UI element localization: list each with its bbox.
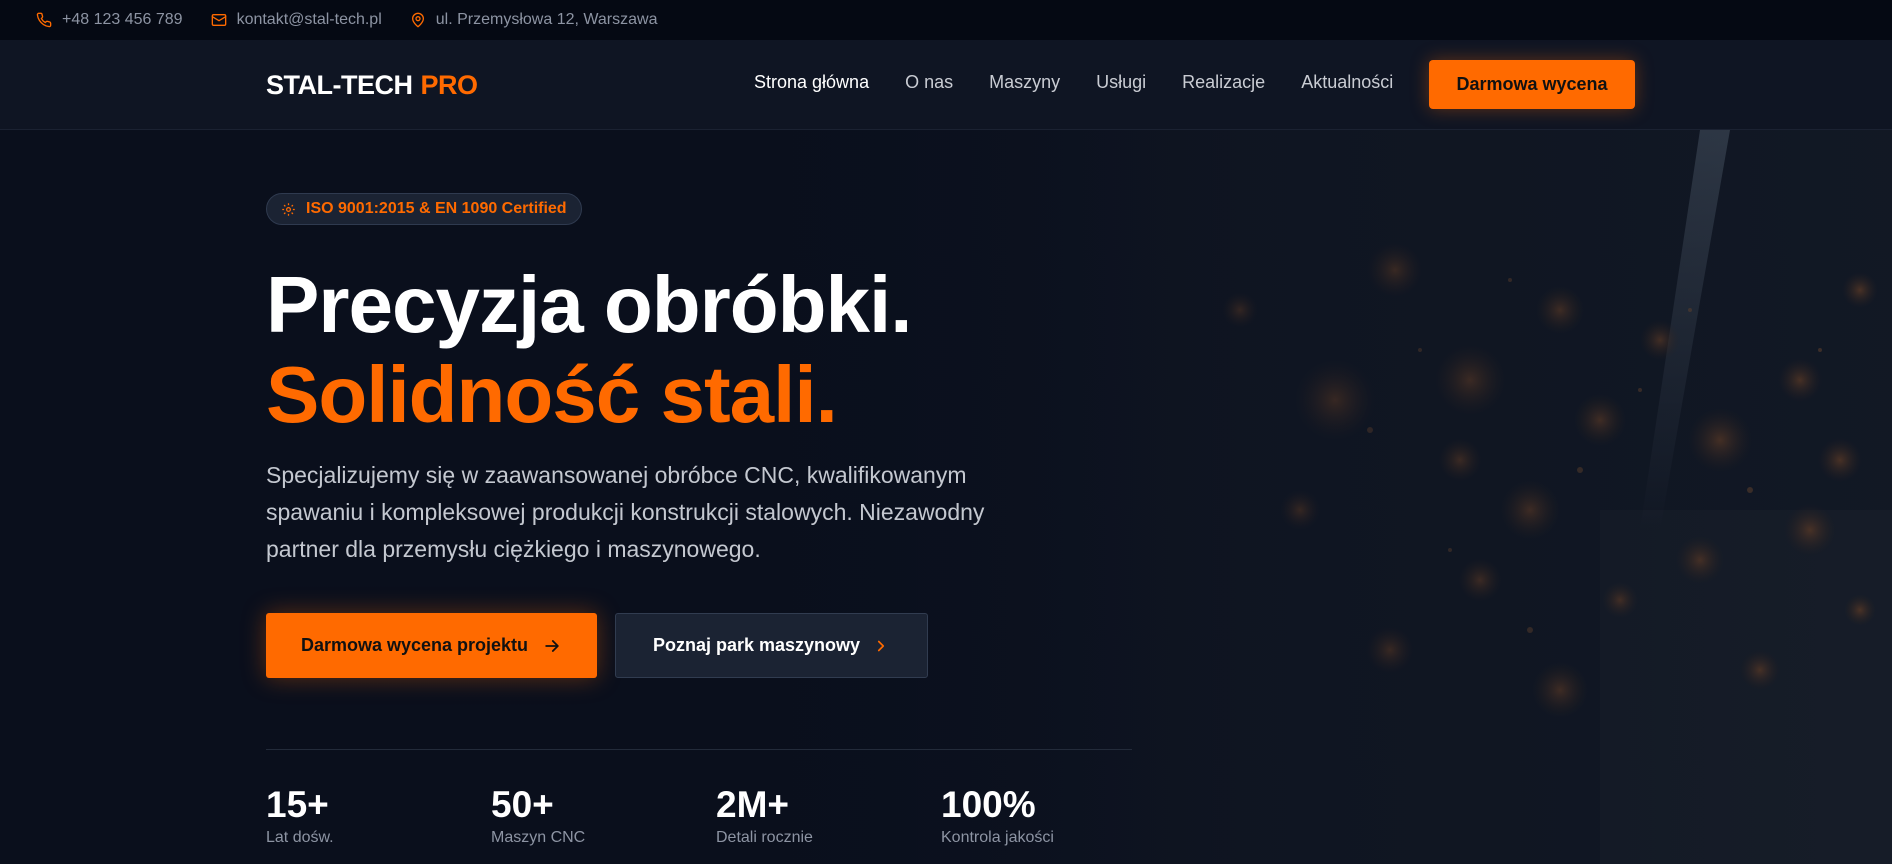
stat-label: Maszyn CNC (491, 829, 586, 846)
nav-item-projects[interactable]: Realizacje (1182, 72, 1265, 93)
quote-project-button-label: Darmowa wycena projektu (300, 635, 529, 655)
phone-icon (36, 12, 52, 28)
stat-parts: 2M+ Detali rocznie (716, 785, 813, 847)
stats-divider (266, 749, 1132, 750)
chevron-right-icon (877, 640, 885, 651)
stat-label: Lat dośw. (266, 829, 334, 846)
nav-item-machines[interactable]: Maszyny (989, 72, 1060, 93)
quote-project-button[interactable]: Darmowa wycena projektu (266, 613, 597, 678)
stat-value: 50+ (491, 784, 554, 825)
stat-experience: 15+ Lat dośw. (266, 785, 334, 847)
contact-email[interactable]: kontakt@stal-tech.pl (211, 11, 382, 29)
header-quote-button[interactable]: Darmowa wycena (1429, 60, 1635, 109)
machines-button-label: Poznaj park maszynowy (652, 635, 861, 655)
certification-badge: ISO 9001:2015 & EN 1090 Certified (266, 193, 582, 225)
hero-headline-line2: Solidność stali. (266, 350, 838, 439)
logo[interactable]: STAL-TECH PRO (266, 70, 478, 101)
stat-value: 100% (941, 784, 1036, 825)
contact-address: ul. Przemysłowa 12, Warszawa (410, 11, 658, 29)
hero-section: ISO 9001:2015 & EN 1090 Certified Precyz… (0, 130, 1892, 864)
nav-item-about[interactable]: O nas (905, 72, 953, 93)
stat-label: Detali rocznie (716, 829, 813, 846)
contact-email-text: kontakt@stal-tech.pl (236, 11, 382, 28)
contact-phone-text: +48 123 456 789 (62, 11, 183, 28)
nav-item-services[interactable]: Usługi (1096, 72, 1146, 93)
certification-badge-text: ISO 9001:2015 & EN 1090 Certified (306, 200, 567, 217)
stat-label: Kontrola jakości (941, 829, 1054, 846)
logo-accent: PRO (420, 70, 478, 100)
site-header: STAL-TECH PRO Strona główna O nas Maszyn… (0, 40, 1892, 130)
stat-value: 2M+ (716, 784, 790, 825)
contact-address-text: ul. Przemysłowa 12, Warszawa (435, 11, 658, 28)
hero-headline-line1: Precyzja obróbki. (266, 260, 912, 349)
gear-icon (282, 202, 295, 216)
contact-bar: +48 123 456 789 kontakt@stal-tech.pl ul.… (0, 0, 1892, 40)
stat-machines: 50+ Maszyn CNC (491, 785, 585, 847)
logo-main: STAL-TECH (266, 70, 413, 100)
machines-button[interactable]: Poznaj park maszynowy (615, 613, 928, 678)
contact-phone[interactable]: +48 123 456 789 (36, 11, 183, 29)
hero-description: Specjalizujemy się w zaawansowanej obrób… (266, 462, 985, 562)
mail-icon (211, 14, 226, 26)
nav-item-news[interactable]: Aktualności (1301, 72, 1393, 93)
stat-value: 15+ (266, 784, 329, 825)
arrow-right-icon (545, 639, 559, 652)
page: +48 123 456 789 kontakt@stal-tech.pl ul.… (0, 0, 1892, 864)
stat-quality: 100% Kontrola jakości (941, 785, 1054, 847)
map-pin-icon (411, 12, 424, 28)
hero-headline: Precyzja obróbki. Solidność stali. (266, 260, 912, 440)
main-nav: Strona główna O nas Maszyny Usługi Reali… (754, 72, 1429, 93)
nav-item-home[interactable]: Strona główna (754, 72, 869, 93)
